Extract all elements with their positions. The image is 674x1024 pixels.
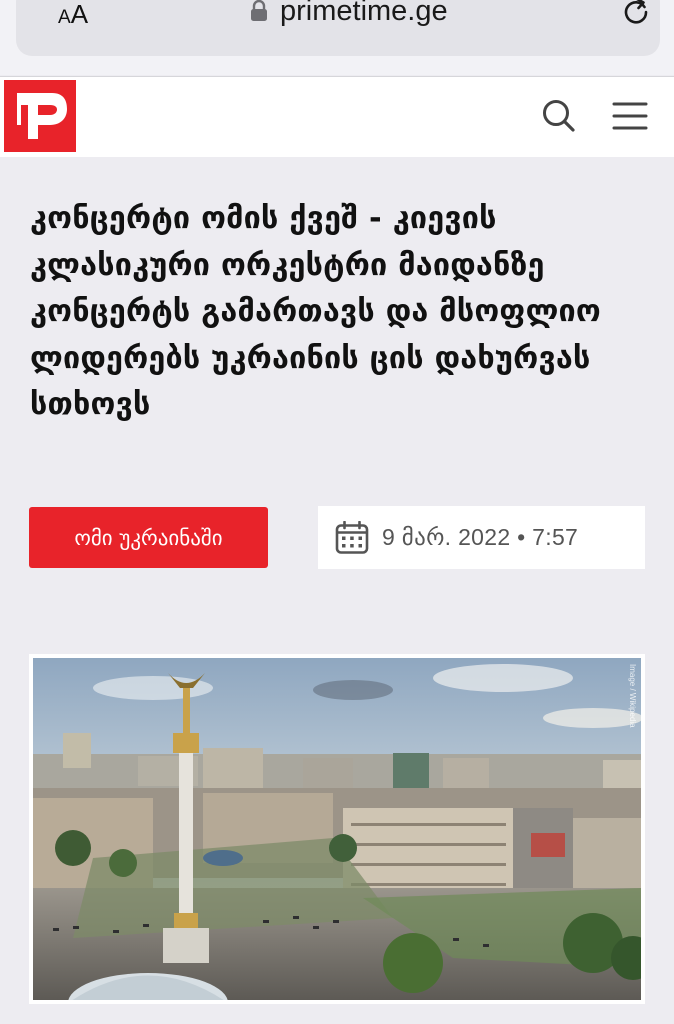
- reload-icon[interactable]: [620, 0, 652, 27]
- url-text[interactable]: primetime.ge: [280, 0, 448, 28]
- site-header: [0, 76, 674, 157]
- image-credit: Image / Wikipedia: [628, 664, 637, 728]
- primetime-logo-icon[interactable]: [4, 80, 76, 152]
- address-bar[interactable]: AA primetime.ge: [16, 0, 660, 56]
- article-title: კონცერტი ომის ქვეშ - კიევის კლასიკური ორ…: [30, 201, 601, 422]
- search-icon[interactable]: [540, 97, 576, 133]
- article-date: 9 მარ. 2022 • 7:57: [318, 506, 645, 569]
- browser-toolbar: AA primetime.ge: [0, 0, 674, 75]
- article-image[interactable]: Image / Wikipedia: [29, 654, 645, 1004]
- menu-icon[interactable]: [610, 99, 650, 133]
- date-text: 9 მარ. 2022 • 7:57: [382, 524, 579, 550]
- text-size-button[interactable]: AA: [58, 0, 88, 30]
- category-button[interactable]: ომი უკრაინაში: [29, 507, 268, 568]
- kyiv-maidan-photo: Image / Wikipedia: [33, 658, 641, 1000]
- calendar-icon: [335, 520, 369, 554]
- lock-icon: [251, 0, 267, 21]
